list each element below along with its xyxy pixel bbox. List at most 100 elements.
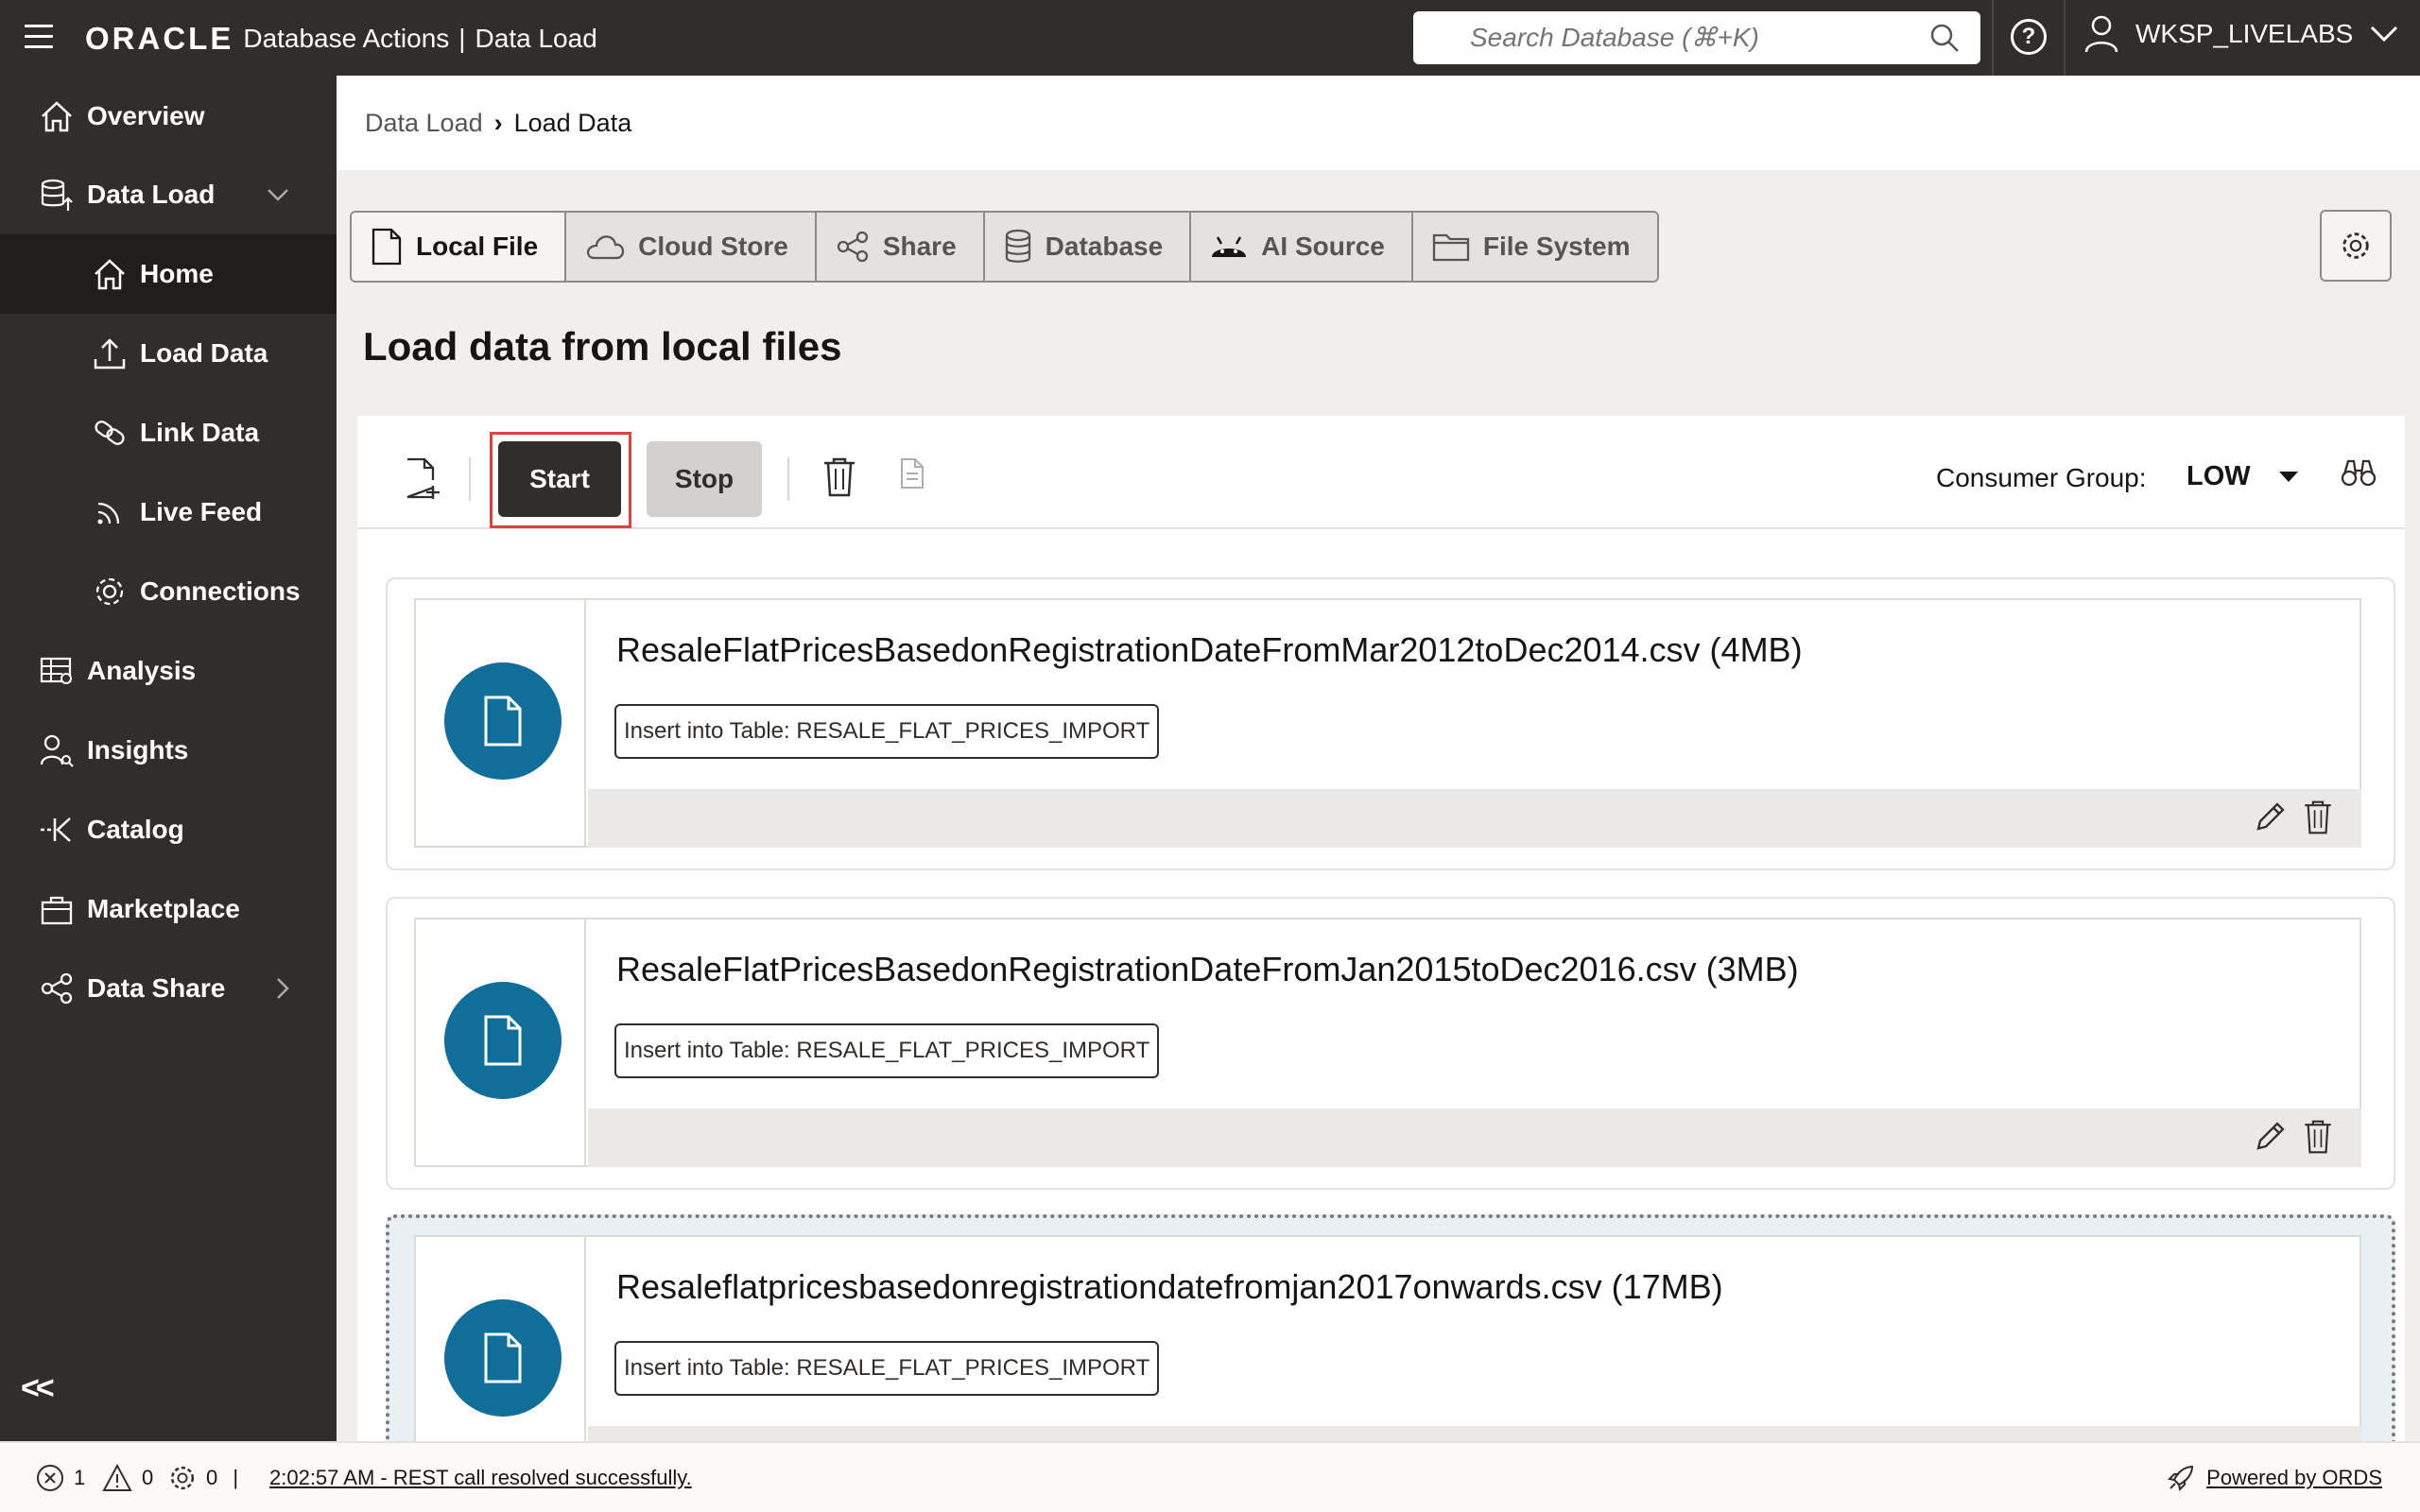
share-icon xyxy=(837,231,868,263)
chevron-right-icon: › xyxy=(493,108,503,137)
home-icon xyxy=(38,97,76,135)
sidebar-item-insights[interactable]: Insights xyxy=(0,711,337,790)
breadcrumb: Data Load › Load Data xyxy=(337,76,2420,170)
sidebar-item-home[interactable]: Home xyxy=(0,234,337,314)
document-icon[interactable] xyxy=(900,457,925,490)
breadcrumb-current: Load Data xyxy=(513,108,632,137)
search-input[interactable] xyxy=(1470,23,1962,53)
start-button[interactable]: Start xyxy=(498,441,621,517)
card-footer xyxy=(588,1426,2361,1441)
file-card[interactable]: ResaleFlatPricesBasedonRegistrationDateF… xyxy=(386,577,2395,870)
file-name: ResaleFlatPricesBasedonRegistrationDateF… xyxy=(616,950,1799,988)
consumer-group-label: Consumer Group: xyxy=(1936,463,2147,492)
file-icon xyxy=(444,982,562,1099)
jobs-count[interactable]: 0 | xyxy=(168,1464,238,1492)
sidebar-item-load-data[interactable]: Load Data xyxy=(0,314,337,393)
sidebar-item-marketplace[interactable]: Marketplace xyxy=(0,869,337,949)
search-box[interactable] xyxy=(1413,11,1980,64)
sidebar-item-live-feed[interactable]: Live Feed xyxy=(0,472,337,552)
tab-local-file[interactable]: Local File xyxy=(352,213,567,281)
oracle-logo: ORACLE xyxy=(85,21,234,56)
tab-database[interactable]: Database xyxy=(984,213,1192,281)
card-footer xyxy=(588,1108,2361,1167)
collapse-sidebar-button[interactable]: << xyxy=(21,1370,55,1407)
main-content: Data Load › Load Data Local File Cloud S… xyxy=(337,76,2420,1441)
sidebar-item-data-load[interactable]: Data Load xyxy=(0,155,337,234)
marketplace-icon xyxy=(38,890,76,928)
chevron-right-icon[interactable] xyxy=(276,977,289,1000)
home-icon xyxy=(91,255,129,293)
file-icon xyxy=(444,662,562,780)
load-panel: Start Stop Consumer Group: LOW ResaleFla… xyxy=(357,416,2405,1441)
insights-icon xyxy=(38,731,76,769)
settings-button[interactable] xyxy=(2320,210,2392,282)
pencil-icon[interactable] xyxy=(2255,800,2287,833)
warning-count[interactable]: 0 xyxy=(102,1463,153,1492)
chevron-down-icon[interactable] xyxy=(267,188,289,201)
app-name: Database Actions xyxy=(243,24,450,53)
file-icon xyxy=(444,1299,562,1417)
tab-cloud-store[interactable]: Cloud Store xyxy=(566,213,817,281)
trash-icon[interactable] xyxy=(822,457,856,497)
page-name: Data Load xyxy=(475,24,597,53)
feed-icon xyxy=(91,493,129,531)
rocket-icon xyxy=(2168,1465,2194,1491)
folder-icon xyxy=(1432,233,1470,262)
user-icon xyxy=(2084,15,2118,53)
source-tabs: Local File Cloud Store Share Database AI… xyxy=(350,211,1659,283)
sidebar: Overview Data Load Home Load Data Link D… xyxy=(0,76,337,1441)
share-icon xyxy=(38,970,76,1007)
user-menu[interactable]: WKSP_LIVELABS xyxy=(2084,15,2398,53)
stop-button[interactable]: Stop xyxy=(647,441,762,517)
help-icon[interactable]: ? xyxy=(2011,19,2047,55)
username: WKSP_LIVELABS xyxy=(2135,19,2354,48)
status-message[interactable]: 2:02:57 AM - REST call resolved successf… xyxy=(269,1466,692,1490)
menu-icon[interactable] xyxy=(25,25,53,51)
breadcrumb-parent[interactable]: Data Load xyxy=(365,109,483,138)
pencil-icon[interactable] xyxy=(2255,1120,2287,1152)
powered-by-link[interactable]: Powered by ORDS xyxy=(2167,1464,2382,1492)
sidebar-item-catalog[interactable]: Catalog xyxy=(0,790,337,869)
database-icon xyxy=(1005,229,1030,263)
trash-icon[interactable] xyxy=(2303,1120,2333,1154)
data-load-icon xyxy=(38,176,76,214)
consumer-group-select[interactable]: LOW xyxy=(2187,461,2298,492)
catalog-icon xyxy=(38,811,76,849)
android-icon xyxy=(1212,236,1247,257)
analysis-icon xyxy=(38,652,76,690)
status-bar: 1 0 0 | 2:02:57 AM - REST call resolved … xyxy=(0,1441,2420,1512)
file-icon xyxy=(372,228,402,266)
chevron-down-icon[interactable] xyxy=(2370,26,2398,43)
tab-ai-source[interactable]: AI Source xyxy=(1191,213,1413,281)
file-card-selected[interactable]: Resaleflatpricesbasedonregistrationdatef… xyxy=(386,1214,2395,1441)
sidebar-item-data-share[interactable]: Data Share xyxy=(0,949,337,1028)
file-card[interactable]: ResaleFlatPricesBasedonRegistrationDateF… xyxy=(386,897,2395,1190)
tab-share[interactable]: Share xyxy=(816,213,985,281)
error-icon xyxy=(37,1464,63,1491)
error-count[interactable]: 1 xyxy=(36,1464,85,1492)
sidebar-item-link-data[interactable]: Link Data xyxy=(0,393,337,472)
toolbar: Start Stop Consumer Group: LOW xyxy=(357,416,2405,529)
trash-icon[interactable] xyxy=(2303,800,2333,834)
target-table-badge[interactable]: Insert into Table: RESALE_FLAT_PRICES_IM… xyxy=(614,1341,1160,1396)
binoculars-icon[interactable] xyxy=(2341,457,2377,488)
file-name: ResaleFlatPricesBasedonRegistrationDateF… xyxy=(616,630,1803,669)
search-icon[interactable] xyxy=(1929,23,1960,53)
tab-file-system[interactable]: File System xyxy=(1412,213,1657,281)
cloud-icon xyxy=(587,235,625,260)
gear-icon xyxy=(91,573,129,610)
gear-icon xyxy=(2342,232,2369,259)
brand: ORACLE Database Actions | Data Load xyxy=(85,21,597,56)
target-table-badge[interactable]: Insert into Table: RESALE_FLAT_PRICES_IM… xyxy=(614,1023,1160,1078)
target-table-badge[interactable]: Insert into Table: RESALE_FLAT_PRICES_IM… xyxy=(614,704,1160,759)
page-title: Load data from local files xyxy=(363,324,842,369)
file-name: Resaleflatpricesbasedonregistrationdatef… xyxy=(616,1267,1723,1306)
gear-icon xyxy=(170,1466,195,1489)
sidebar-item-connections[interactable]: Connections xyxy=(0,552,337,631)
card-footer xyxy=(588,789,2361,848)
sidebar-item-analysis[interactable]: Analysis xyxy=(0,631,337,711)
upload-icon xyxy=(91,335,129,372)
add-file-icon[interactable] xyxy=(405,457,441,501)
sidebar-item-overview[interactable]: Overview xyxy=(0,77,337,156)
warning-icon xyxy=(102,1463,132,1491)
